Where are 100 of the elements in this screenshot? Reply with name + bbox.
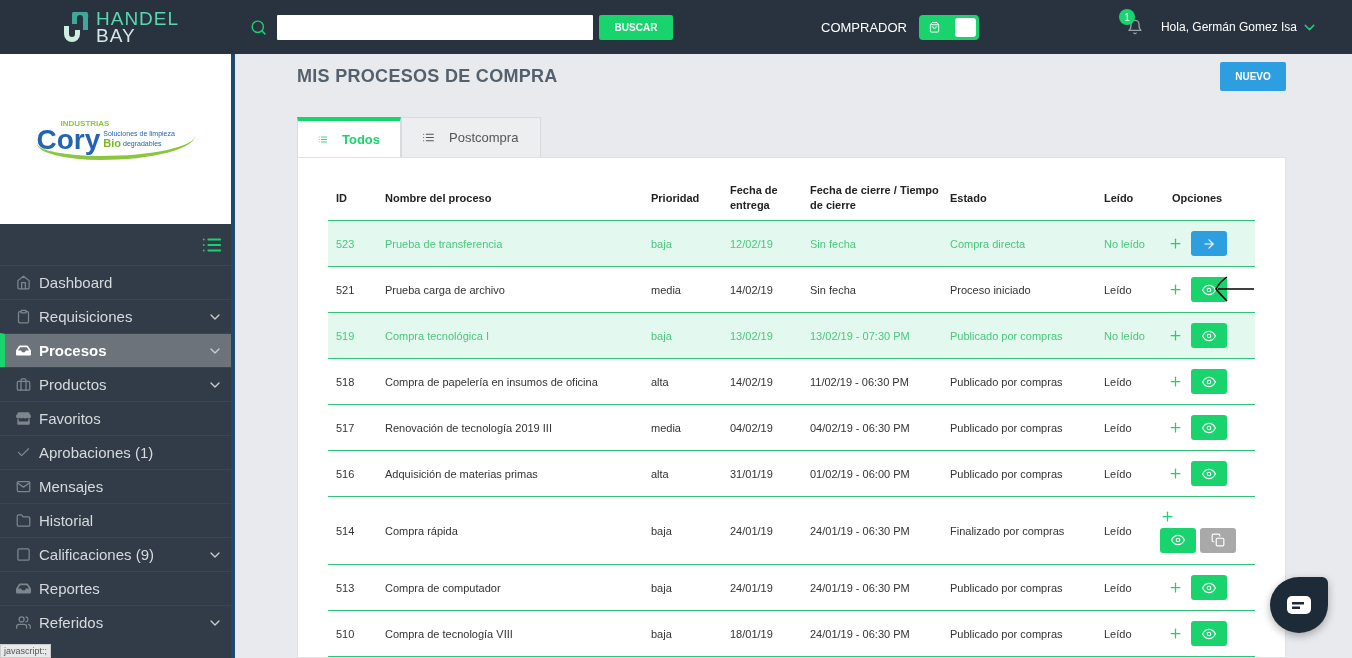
table-cell-text: 18/01/19 [729, 627, 774, 640]
brand-name: BAY [96, 27, 137, 44]
table-cell-text: 13/02/19 - 07:30 PM [809, 329, 911, 342]
sidebar-item[interactable]: Historial [0, 503, 231, 537]
table-cell-text: Compra de papelería en insumos de oficina [384, 375, 599, 388]
plus-icon [1168, 374, 1183, 389]
go-button[interactable] [1191, 231, 1227, 256]
folder-icon [16, 513, 31, 528]
sidebar-item[interactable]: Referidos [0, 605, 231, 639]
eye-icon [1202, 328, 1216, 343]
sidebar-item[interactable]: Dashboard [0, 265, 231, 299]
bell-icon[interactable] [1126, 19, 1143, 35]
eye-icon [1202, 580, 1216, 595]
sidebar-item[interactable]: Favoritos [0, 401, 231, 435]
table-cell-text: 24/01/19 [729, 524, 774, 537]
table-cell-text: Leído [1103, 375, 1133, 388]
chat-icon [1287, 596, 1311, 614]
table-cell-text: No leído [1103, 237, 1146, 250]
table-cell-text: 519 [335, 329, 356, 342]
table-cell-text: Adquisición de materias primas [384, 467, 539, 480]
link-status-tooltip: javascript:; [0, 644, 51, 658]
add-button[interactable] [1168, 282, 1183, 297]
table-cell-text: Publicado por compras [949, 627, 1064, 640]
add-button[interactable] [1168, 374, 1183, 389]
plus-icon [1168, 328, 1183, 343]
column-header: Fecha de entrega [729, 183, 779, 213]
add-button[interactable] [1168, 236, 1183, 251]
table-cell-text: Sin fecha [809, 237, 857, 250]
square-icon [16, 547, 31, 562]
people-icon [16, 615, 31, 630]
view-button[interactable] [1191, 277, 1227, 302]
search-field[interactable] [277, 14, 593, 40]
table-cell-text: baja [650, 581, 673, 594]
table-cell-text: Publicado por compras [949, 329, 1064, 342]
table-cell-text: 14/02/19 [729, 375, 774, 388]
table-cell-text: 510 [335, 627, 356, 640]
toggle-knob[interactable] [954, 17, 976, 37]
plus-icon [1168, 466, 1183, 481]
add-button[interactable] [1168, 580, 1183, 595]
store-icon [16, 411, 31, 426]
table-cell-text: Leído [1103, 283, 1133, 296]
column-header: Nombre del proceso [384, 190, 493, 206]
table-cell-text: 13/02/19 [729, 329, 774, 342]
list-icon [422, 131, 435, 144]
table-cell-text: Renovación de tecnología 2019 III [384, 421, 553, 434]
logo-text: INDUSTRIAS [60, 118, 111, 128]
sidebar-item[interactable]: Reportes [0, 571, 231, 605]
sidebar-item[interactable]: Calificaciones (9) [0, 537, 231, 571]
table-cell-text: alta [650, 467, 670, 480]
brand-name: HANDEL [96, 10, 180, 27]
table-cell-text: Compra directa [949, 237, 1027, 250]
tab[interactable]: Postcompra [401, 117, 541, 157]
sidebar-item[interactable]: Productos [0, 367, 231, 401]
table-cell-text: Publicado por compras [949, 467, 1064, 480]
table-cell-text: 12/02/19 [729, 237, 774, 250]
bag-icon [928, 21, 940, 33]
clipboard-icon [16, 309, 31, 324]
column-header: Opciones [1171, 190, 1224, 206]
briefcase-icon [16, 377, 31, 392]
table-cell-text: baja [650, 329, 673, 342]
table-cell-text: 517 [335, 421, 356, 434]
plus-icon [1168, 420, 1183, 435]
table-cell-text: 01/02/19 - 06:00 PM [809, 467, 911, 480]
table-cell-text: media [650, 283, 682, 296]
notification-badge: 1 [1118, 9, 1135, 25]
table-cell-text: Leído [1103, 467, 1133, 480]
chat-button[interactable] [1270, 577, 1328, 633]
role-toggle[interactable] [918, 14, 979, 40]
add-button[interactable] [1168, 466, 1183, 481]
plus-icon [1160, 508, 1175, 524]
user-greeting[interactable]: Hola, Germán Gomez Isa [1160, 20, 1297, 34]
envelope-icon [16, 479, 31, 494]
column-header: Estado [949, 190, 988, 206]
table-cell-text: 518 [335, 375, 356, 388]
add-button[interactable] [1168, 420, 1183, 435]
eye-icon [1202, 374, 1216, 389]
add-button[interactable] [1168, 626, 1183, 641]
search-icon[interactable] [250, 18, 267, 36]
table-cell-text: media [650, 421, 682, 434]
table-cell-text: Finalizado por compras [949, 524, 1066, 537]
table-cell-text: 521 [335, 283, 356, 296]
copy-button[interactable] [1200, 527, 1236, 553]
table-cell-text: Leído [1103, 581, 1133, 594]
eye-icon [1202, 626, 1216, 641]
plus-icon [1168, 282, 1183, 297]
add-button[interactable] [1168, 328, 1183, 343]
sidebar-item[interactable]: Aprobaciones (1) [0, 435, 231, 469]
tray-icon [16, 343, 31, 358]
page-title: MIS PROCESOS DE COMPRA [297, 66, 558, 87]
table-cell-text: Compra tecnológica I [384, 329, 490, 342]
table-cell-text: 04/02/19 [729, 421, 774, 434]
table-cell-text: Prueba de transferencia [384, 237, 504, 250]
table-cell-text: 514 [335, 524, 356, 537]
table-cell-text: baja [650, 627, 673, 640]
table-cell-text: 513 [335, 581, 356, 594]
table-cell-text: Leído [1103, 524, 1133, 537]
role-label: COMPRADOR [821, 19, 907, 35]
sidebar-item[interactable]: Mensajes [0, 469, 231, 503]
table-cell-text: Compra rápida [384, 524, 459, 537]
sidebar-item[interactable]: Procesos [0, 333, 231, 367]
